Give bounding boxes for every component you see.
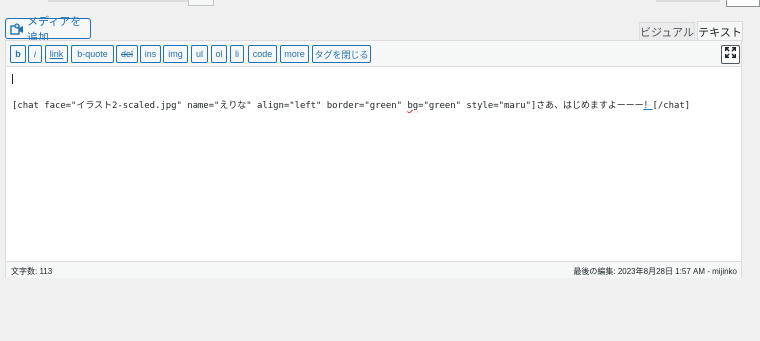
ul-button[interactable]: ul: [191, 45, 208, 63]
shortcode-part-1: [chat face="イラスト2-scaled.jpg" name="えりな"…: [12, 101, 408, 111]
media-add-icon: [10, 22, 24, 35]
blockquote-button[interactable]: b-quote: [71, 45, 114, 63]
top-field-edge: [48, 0, 188, 2]
top-button-edge[interactable]: [188, 0, 214, 6]
word-count: 文字数: 113: [11, 267, 53, 276]
last-edited: 最後の編集: 2023年8月28日 1:57 AM - mijinko: [573, 267, 737, 276]
shortcode-bg-token: bg: [407, 101, 419, 111]
li-button[interactable]: li: [230, 45, 244, 63]
close-tags-button[interactable]: タグを閉じる: [312, 45, 371, 63]
editor-statusbar: 文字数: 113 最後の編集: 2023年8月28日 1:57 AM - mij…: [6, 261, 741, 278]
code-button[interactable]: code: [248, 45, 277, 63]
ol-button[interactable]: ol: [211, 45, 227, 63]
shortcode-part-2: ="green" style="maru"]さあ、はじめますよーーー: [418, 101, 644, 111]
shortcode-line: [chat face="イラスト2-scaled.jpg" name="えりな"…: [12, 98, 690, 111]
shortcode-mark: ！: [643, 101, 653, 111]
italic-button[interactable]: i: [28, 45, 42, 63]
add-media-button[interactable]: メディアを追加: [5, 16, 91, 44]
link-button[interactable]: link: [45, 45, 68, 63]
shortcode-part-3: [/chat]: [652, 101, 691, 111]
top-strip: [0, 0, 760, 8]
editor-textarea[interactable]: [chat face="イラスト2-scaled.jpg" name="えりな"…: [6, 67, 741, 261]
tab-visual[interactable]: ビジュアル: [639, 22, 695, 41]
img-button[interactable]: img: [163, 45, 188, 63]
del-button[interactable]: del: [116, 45, 138, 63]
more-button[interactable]: more: [280, 45, 309, 63]
tab-text[interactable]: テキスト: [697, 21, 743, 41]
top-select-edge[interactable]: [726, 0, 760, 7]
text-caret: [12, 74, 13, 84]
bold-button[interactable]: b: [10, 45, 26, 63]
fullscreen-button[interactable]: [721, 45, 740, 64]
top-label-edge: [656, 0, 720, 2]
ins-button[interactable]: ins: [140, 45, 161, 63]
quicktags-toolbar: b i link b-quote del ins img ul ol li co…: [6, 41, 741, 67]
text-editor: b i link b-quote del ins img ul ol li co…: [5, 40, 742, 278]
fullscreen-icon: [724, 46, 737, 64]
